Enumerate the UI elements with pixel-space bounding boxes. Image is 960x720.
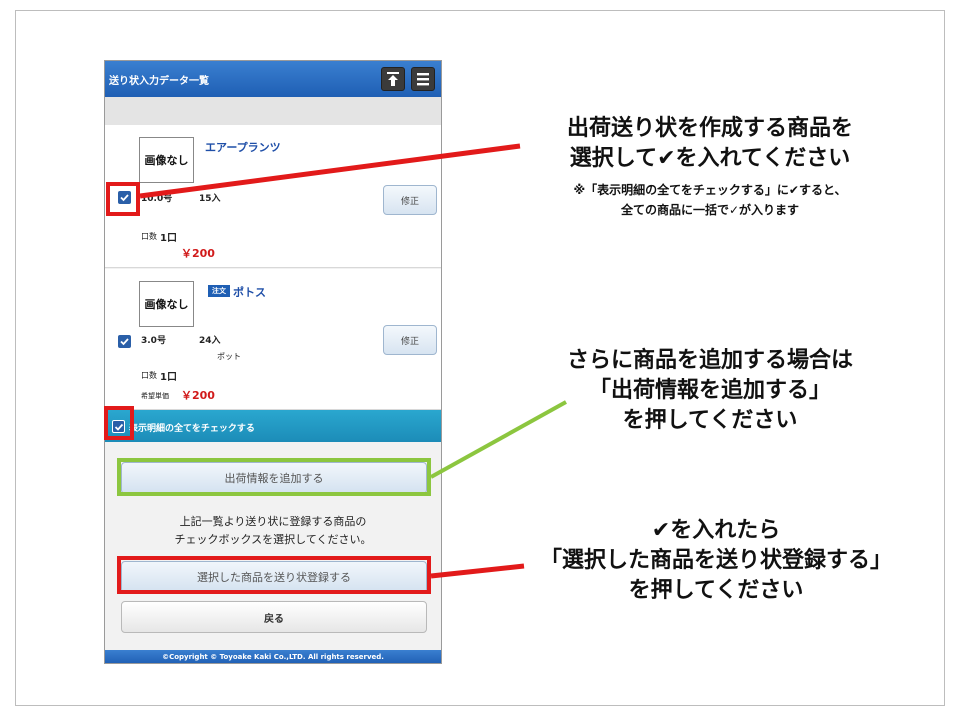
callout-select-line2: 選択して✔を入れてください bbox=[569, 146, 851, 171]
callout-register: ✔を入れたら 「選択した商品を送り状登録する」 を押してください bbox=[496, 516, 936, 606]
callout-select-line1: 出荷送り状を作成する商品を bbox=[566, 116, 853, 141]
callout-select: 出荷送り状を作成する商品を 選択して✔を入れてください ※「表示明細の全てをチェ… bbox=[500, 114, 920, 220]
callout-add-line1: さらに商品を追加する場合は bbox=[566, 348, 853, 373]
callout-register-line2: 「選択した商品を送り状登録する」 bbox=[539, 548, 892, 573]
connector-line-select bbox=[139, 143, 521, 199]
callout-register-line3: を押してください bbox=[628, 578, 804, 603]
callout-select-note1: ※「表示明細の全てをチェックする」に✔すると、 bbox=[573, 183, 847, 197]
callout-select-note2: 全ての商品に一括で✓が入ります bbox=[620, 203, 800, 217]
callout-register-line1: ✔を入れたら bbox=[651, 518, 781, 543]
callout-add-line2: 「出荷情報を追加する」 bbox=[588, 378, 831, 403]
callout-add: さらに商品を追加する場合は 「出荷情報を追加する」 を押してください bbox=[500, 346, 920, 436]
callout-add-line3: を押してください bbox=[622, 408, 798, 433]
